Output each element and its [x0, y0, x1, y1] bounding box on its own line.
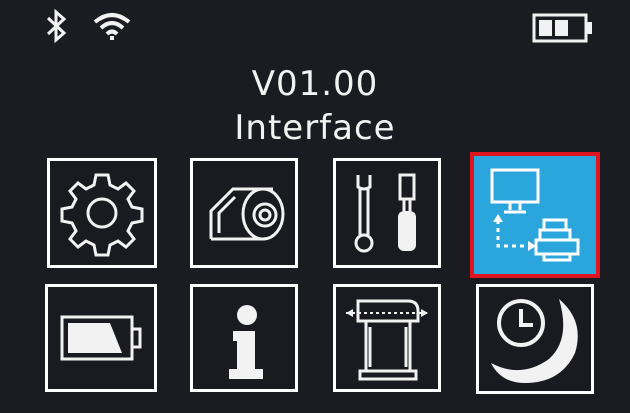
power-tile[interactable] — [45, 284, 157, 392]
gear-icon — [60, 173, 144, 257]
tools-tile[interactable] — [333, 158, 441, 268]
battery-icon — [60, 315, 142, 361]
wifi-icon — [93, 13, 131, 40]
info-icon — [229, 305, 263, 379]
interface-tile[interactable] — [470, 152, 600, 278]
media-tile[interactable] — [190, 158, 298, 268]
bluetooth-icon — [46, 8, 67, 44]
version-label: V01.00 — [251, 64, 379, 104]
paper-calibration-tile[interactable] — [333, 284, 441, 392]
device-screen: V01.00 Interface — [0, 0, 630, 413]
battery-icon — [532, 13, 592, 43]
information-tile[interactable] — [190, 284, 298, 392]
wrench-screwdriver-icon — [354, 173, 416, 253]
status-bar — [0, 0, 630, 50]
sleep-tile[interactable] — [476, 284, 594, 394]
menu-title: Interface — [234, 108, 396, 148]
media-roll-icon — [209, 187, 285, 241]
settings-tile[interactable] — [47, 158, 157, 268]
paper-feed-icon — [346, 299, 428, 381]
clock-moon-icon — [491, 299, 578, 383]
computer-printer-connection-icon — [490, 168, 580, 262]
